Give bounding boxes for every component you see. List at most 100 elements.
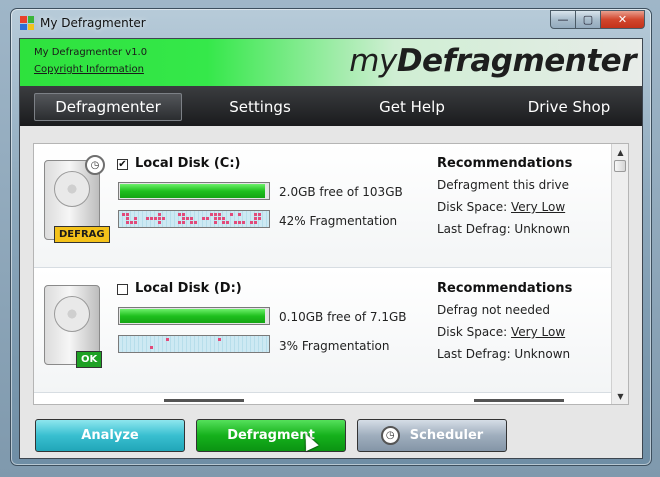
close-button[interactable]: ✕ [601, 10, 645, 29]
fragment-dot [126, 213, 129, 216]
scheduler-button[interactable]: ◷ Scheduler [357, 419, 507, 452]
main-nav: Defragmenter Settings Get Help Drive Sho… [20, 86, 642, 126]
scroll-down-icon[interactable]: ▼ [612, 388, 628, 404]
window-title: My Defragmenter [40, 16, 146, 30]
drive-d-frag-text: 3% Fragmentation [279, 339, 390, 353]
client-area: My Defragmenter v1.0 Copyright Informati… [19, 38, 643, 459]
fragment-dot [190, 217, 193, 220]
fragment-dot [238, 213, 241, 216]
drive-d-space-text: 0.10GB free of 7.1GB [279, 310, 407, 324]
minimize-button[interactable]: — [550, 10, 576, 29]
next-drive-row-peek [34, 394, 612, 404]
defrag-badge: DEFRAG [54, 226, 110, 243]
maximize-button[interactable]: ▢ [576, 10, 601, 29]
drive-c-last-defrag: Last Defrag: Unknown [437, 222, 571, 236]
fragment-dot [214, 217, 217, 220]
tab-defragmenter[interactable]: Defragmenter [34, 93, 182, 121]
fragment-dot [126, 221, 129, 224]
fragment-dot [206, 217, 209, 220]
window-frame: My Defragmenter — ▢ ✕ My Defragmenter v1… [10, 8, 652, 466]
drive-c-space-text: 2.0GB free of 103GB [279, 185, 403, 199]
drive-c-name: Local Disk (C:) [135, 156, 241, 171]
fragment-dot [134, 217, 137, 220]
tab-settings[interactable]: Settings [200, 93, 320, 121]
app-banner: My Defragmenter v1.0 Copyright Informati… [20, 39, 642, 86]
disk-space-label: Disk Space: [437, 200, 512, 214]
fragment-dot [186, 217, 189, 220]
fragment-dot [182, 213, 185, 216]
fragment-dot [190, 221, 193, 224]
fragment-dot [150, 217, 153, 220]
fragment-dot [258, 213, 261, 216]
fragment-dot [158, 217, 161, 220]
drive-d-frag-bar [118, 335, 270, 353]
version-text: My Defragmenter v1.0 [34, 47, 148, 58]
tab-drive-shop[interactable]: Drive Shop [506, 93, 632, 121]
drive-d-rec-title: Recommendations [437, 281, 573, 296]
brand-logo-part2: Defragmenter [396, 43, 637, 79]
fragment-dot [154, 217, 157, 220]
fragment-dot [230, 213, 233, 216]
fragment-dot [210, 213, 213, 216]
fragment-dot [258, 217, 261, 220]
fragment-dot [162, 217, 165, 220]
peek-line [474, 399, 564, 402]
scroll-up-icon[interactable]: ▲ [612, 144, 628, 160]
fragment-dot [158, 213, 161, 216]
fragment-dot [194, 221, 197, 224]
drive-d-rec-action: Defrag not needed [437, 303, 551, 317]
fragment-dot [222, 221, 225, 224]
fragment-dot [234, 221, 237, 224]
clock-icon: ◷ [380, 426, 400, 445]
defragment-button[interactable]: Defragment [196, 419, 346, 452]
drive-c-checkbox[interactable]: ✔ [117, 159, 128, 170]
drive-c-frag-bar [118, 210, 270, 228]
scheduler-label: Scheduler [409, 428, 484, 443]
drive-list-scrollbar[interactable]: ▲ ▼ [611, 144, 628, 404]
drive-d-name: Local Disk (D:) [135, 281, 242, 296]
fragment-dot [218, 213, 221, 216]
brand-logo: myDefragmenter [349, 43, 636, 79]
brand-logo-part1: my [349, 43, 397, 79]
fragment-dot [250, 221, 253, 224]
fragment-dot [254, 213, 257, 216]
drive-d-last-defrag: Last Defrag: Unknown [437, 347, 571, 361]
drive-row-d: OK Local Disk (D:) 0.10GB free of 7.1GB … [34, 269, 612, 393]
analyze-button[interactable]: Analyze [35, 419, 185, 452]
fragment-dot [182, 217, 185, 220]
drive-c-space-bar [118, 182, 270, 200]
ok-badge: OK [76, 351, 103, 368]
drive-d-checkbox[interactable] [117, 284, 128, 295]
fragment-dot [126, 217, 129, 220]
fragment-dot [202, 217, 205, 220]
drive-row-c: ◷ DEFRAG ✔ Local Disk (C:) 2.0GB free of… [34, 144, 612, 268]
drive-d-space-bar [118, 307, 270, 325]
clock-icon: ◷ [85, 155, 105, 175]
drive-list: ◷ DEFRAG ✔ Local Disk (C:) 2.0GB free of… [33, 143, 629, 405]
drive-c-rec-action: Defragment this drive [437, 178, 570, 192]
peek-line [164, 399, 244, 402]
fragment-dot [130, 221, 133, 224]
fragment-dot [146, 217, 149, 220]
fragment-dot [222, 217, 225, 220]
hdd-platter [54, 296, 90, 332]
title-bar[interactable]: My Defragmenter — ▢ ✕ [11, 9, 651, 37]
fragment-dot [150, 346, 153, 349]
fragment-dot [226, 221, 229, 224]
copyright-link[interactable]: Copyright Information [34, 64, 144, 75]
disk-space-label: Disk Space: [437, 325, 512, 339]
fragment-dot [214, 221, 217, 224]
scroll-thumb[interactable] [614, 160, 626, 172]
disk-space-link[interactable]: Very Low [511, 200, 565, 214]
drive-c-rec-title: Recommendations [437, 156, 573, 171]
fragment-dot [238, 221, 241, 224]
fragment-dot [178, 221, 181, 224]
drive-c-space-fill [120, 184, 266, 198]
fragment-dot [214, 213, 217, 216]
disk-space-link[interactable]: Very Low [511, 325, 565, 339]
fragment-dot [166, 338, 169, 341]
drive-d-space-fill [120, 309, 266, 323]
fragment-dot [218, 217, 221, 220]
window-controls: — ▢ ✕ [550, 10, 645, 29]
tab-get-help[interactable]: Get Help [352, 93, 472, 121]
